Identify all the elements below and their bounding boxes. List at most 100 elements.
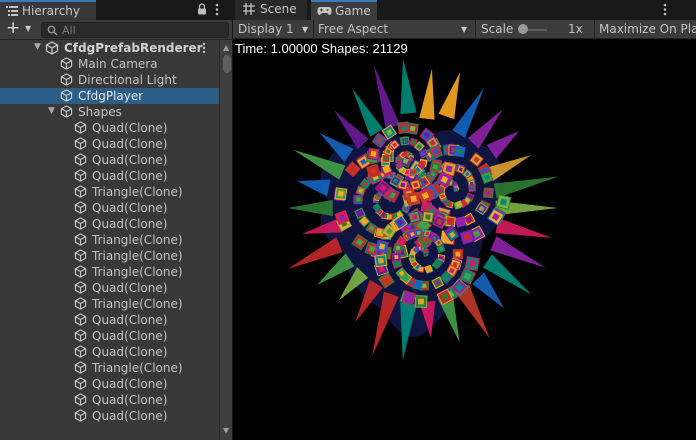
maximize-on-play-label: Maximize On Pla	[599, 22, 696, 36]
cube-icon	[74, 201, 87, 217]
cube-icon	[74, 393, 87, 409]
hierarchy-row[interactable]: Quad(Clone)	[0, 280, 219, 296]
hierarchy-row-label: Quad(Clone)	[92, 345, 168, 359]
hierarchy-row-label: CfdgPlayer	[78, 89, 144, 103]
scale-control: Scale 1x	[476, 20, 595, 39]
tab-game-label: Game	[335, 4, 371, 18]
scale-label: Scale	[481, 22, 514, 36]
foldout-expanded-icon[interactable]: ▼	[34, 42, 41, 52]
cube-icon	[60, 73, 73, 89]
cube-icon	[74, 233, 87, 249]
hierarchy-row-label: Directional Light	[78, 73, 177, 87]
tab-hierarchy-label: Hierarchy	[22, 4, 81, 18]
search-input[interactable]	[62, 23, 222, 37]
scene-name: CfdgPrefabRenderer	[64, 41, 203, 55]
hierarchy-row-label: Quad(Clone)	[92, 169, 168, 183]
hierarchy-row-label: Quad(Clone)	[92, 153, 168, 167]
hierarchy-toolbar: + ▼	[0, 18, 233, 40]
hierarchy-search-field[interactable]	[41, 22, 229, 38]
hierarchy-row[interactable]: Quad(Clone)	[0, 120, 219, 136]
cube-icon	[74, 281, 87, 297]
hierarchy-row[interactable]: Quad(Clone)	[0, 392, 219, 408]
cube-icon	[74, 329, 87, 345]
cube-icon	[74, 361, 87, 377]
fractal-render	[287, 58, 559, 361]
hierarchy-row[interactable]: Triangle(Clone)	[0, 264, 219, 280]
hierarchy-row[interactable]: Quad(Clone)	[0, 136, 219, 152]
hierarchy-row[interactable]: Quad(Clone)	[0, 168, 219, 184]
cube-icon	[74, 121, 87, 137]
hierarchy-row-label: Triangle(Clone)	[92, 233, 183, 247]
hierarchy-row[interactable]: Quad(Clone)	[0, 344, 219, 360]
cube-icon	[74, 297, 87, 313]
cube-icon	[74, 377, 87, 393]
hierarchy-row[interactable]: Triangle(Clone)	[0, 360, 219, 376]
hierarchy-row[interactable]: Quad(Clone)	[0, 408, 219, 424]
cube-icon	[74, 153, 87, 169]
tab-scene[interactable]: Scene	[235, 0, 307, 20]
hierarchy-row[interactable]: ▼ Shapes	[0, 104, 219, 120]
search-icon	[47, 25, 58, 39]
tab-scene-label: Scene	[260, 2, 297, 16]
lock-icon[interactable]	[197, 3, 207, 19]
display-dropdown[interactable]: Display 1 ▼	[233, 20, 314, 39]
cube-icon	[60, 89, 73, 105]
hierarchy-row-label: Quad(Clone)	[92, 409, 168, 423]
hierarchy-row[interactable]: Main Camera	[0, 56, 219, 72]
hierarchy-panel: Hierarchy + ▼ All ▼ CfdgPrefabRenderer M…	[0, 0, 233, 440]
game-toolbar: Display 1 ▼ Free Aspect ▼ Scale 1x Maxim…	[233, 20, 696, 39]
hierarchy-row-label: Main Camera	[78, 57, 158, 71]
cube-icon	[74, 185, 87, 201]
hierarchy-row[interactable]: Quad(Clone)	[0, 200, 219, 216]
hierarchy-tree: ▼ CfdgPrefabRenderer Main Camera Directio…	[0, 40, 219, 440]
dropdown-arrow-icon: ▼	[461, 25, 468, 34]
hierarchy-row[interactable]: Quad(Clone)	[0, 328, 219, 344]
display-value: Display 1	[238, 22, 294, 36]
scale-slider-thumb[interactable]	[518, 24, 528, 34]
hierarchy-row[interactable]: Triangle(Clone)	[0, 248, 219, 264]
hierarchy-row-label: Shapes	[78, 105, 122, 119]
cube-icon	[74, 345, 87, 361]
create-button[interactable]: + ▼	[4, 18, 36, 38]
maximize-on-play-toggle[interactable]: Maximize On Pla	[595, 20, 696, 39]
aspect-dropdown[interactable]: Free Aspect ▼	[314, 20, 476, 39]
dropdown-arrow-icon: ▼	[25, 24, 32, 33]
aspect-value: Free Aspect	[318, 22, 389, 36]
scene-row[interactable]: ▼ CfdgPrefabRenderer	[0, 40, 219, 56]
hierarchy-row[interactable]: Triangle(Clone)	[0, 296, 219, 312]
tab-hierarchy[interactable]: Hierarchy	[0, 0, 96, 20]
game-viewport[interactable]: Time: 1.00000 Shapes: 21129	[233, 40, 696, 440]
hierarchy-row-label: Quad(Clone)	[92, 377, 168, 391]
hierarchy-row-label: Triangle(Clone)	[92, 185, 183, 199]
hierarchy-row[interactable]: Triangle(Clone)	[0, 232, 219, 248]
hierarchy-row-label: Quad(Clone)	[92, 121, 168, 135]
hierarchy-row-label: Triangle(Clone)	[92, 249, 183, 263]
scrollbar-thumb[interactable]	[223, 55, 231, 73]
tab-game[interactable]: Game	[311, 0, 377, 20]
scene-menu-icon[interactable]	[202, 42, 206, 57]
scroll-up-icon[interactable]: ▲	[223, 43, 229, 52]
cube-icon	[74, 137, 87, 153]
hierarchy-row[interactable]: Quad(Clone)	[0, 312, 219, 328]
dropdown-arrow-icon: ▼	[302, 25, 309, 34]
hierarchy-row[interactable]: Triangle(Clone)	[0, 184, 219, 200]
grid-icon	[243, 3, 255, 18]
hierarchy-row[interactable]: Quad(Clone)	[0, 376, 219, 392]
cube-icon	[74, 265, 87, 281]
stats-label: Time: 1.00000 Shapes: 21129	[235, 41, 408, 56]
cube-icon	[74, 249, 87, 265]
kebab-menu-icon[interactable]	[663, 3, 667, 19]
cube-icon	[74, 169, 87, 185]
foldout-expanded-icon[interactable]: ▼	[48, 106, 55, 116]
hierarchy-row-label: Quad(Clone)	[92, 281, 168, 295]
view-tab-bar: Scene Game	[233, 0, 696, 20]
scroll-down-icon[interactable]: ▼	[223, 426, 229, 435]
kebab-menu-icon[interactable]	[215, 3, 219, 19]
hierarchy-row[interactable]: Directional Light	[0, 72, 219, 88]
hierarchy-tab-bar: Hierarchy	[0, 0, 233, 20]
hierarchy-row[interactable]: Quad(Clone)	[0, 216, 219, 232]
hierarchy-row-label: Quad(Clone)	[92, 137, 168, 151]
hierarchy-row[interactable]: CfdgPlayer	[0, 88, 219, 104]
hierarchy-row[interactable]: Quad(Clone)	[0, 152, 219, 168]
hierarchy-scrollbar[interactable]: ▲ ▼	[219, 40, 233, 440]
